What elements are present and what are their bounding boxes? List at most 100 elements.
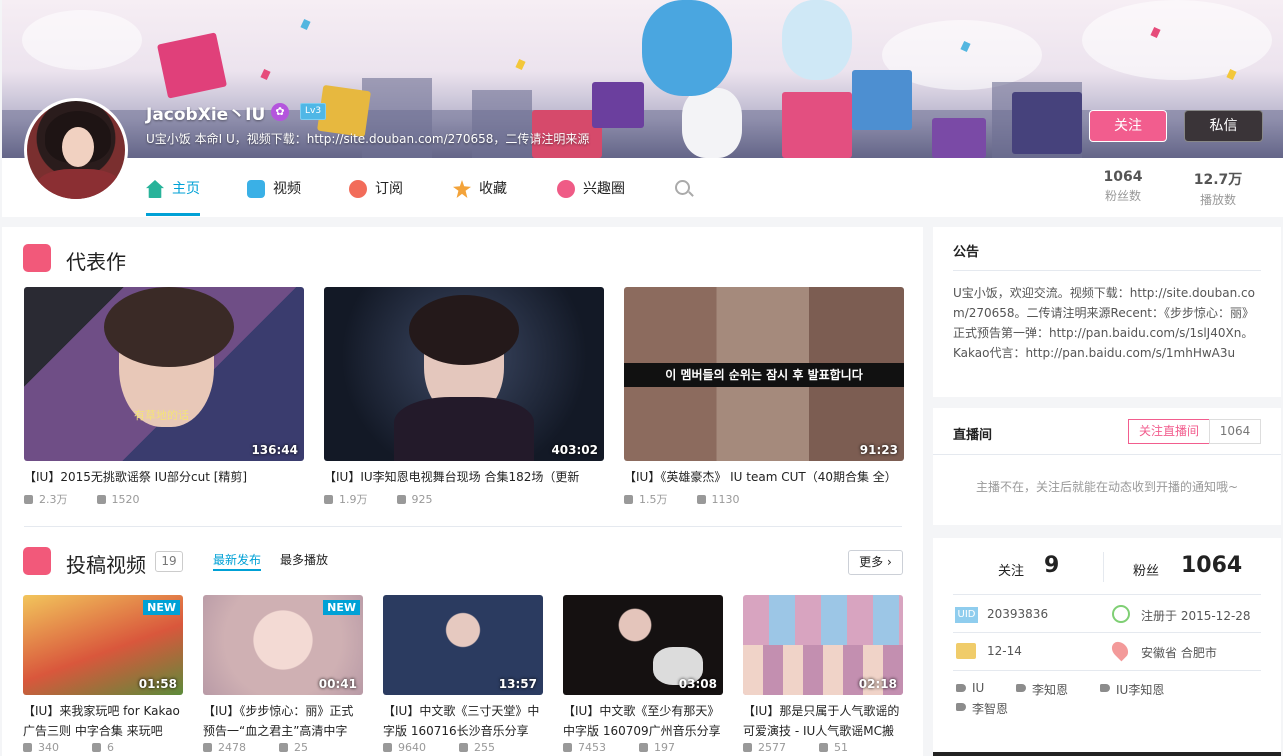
tab-favorites[interactable]: 收藏 (453, 178, 507, 200)
featured-card[interactable]: 이 멤버들의 순위는 잠시 후 발표합니다 91:23 【IU】《英雄豪杰》 I… (624, 287, 904, 507)
video-thumbnail[interactable]: 13:57 (383, 595, 543, 695)
info-row-divider (953, 632, 1261, 633)
featured-card[interactable]: 有草地的话 136:44 【IU】2015无挑歌谣祭 IU部分cut [精剪] … (24, 287, 304, 507)
new-badge: NEW (323, 600, 360, 615)
chevron-right-icon: › (887, 555, 892, 569)
tag-chip[interactable]: IU (956, 681, 984, 695)
following-count[interactable]: 9 (1044, 553, 1059, 578)
video-duration: 136:44 (251, 443, 298, 457)
comment-count: 6 (107, 741, 114, 754)
video-thumbnail[interactable]: 403:02 (324, 287, 604, 461)
video-title[interactable]: 【IU】2015无挑歌谣祭 IU部分cut [精剪] (24, 468, 304, 485)
tab-video-label: 视频 (273, 181, 301, 197)
play-count-icon (624, 495, 633, 504)
heart-icon (349, 180, 367, 198)
uid-value: 20393836 (987, 607, 1049, 621)
star-icon (453, 180, 471, 198)
upload-card[interactable]: NEW 00:41 【IU】《步步惊心：丽》正式预告一“血之君主”高清中字 24… (203, 595, 363, 754)
video-duration: 91:23 (859, 443, 898, 457)
tab-video[interactable]: 视频 (247, 178, 301, 200)
more-button[interactable]: 更多 › (848, 550, 903, 575)
avatar[interactable] (24, 98, 128, 202)
live-follow-count: 1064 (1209, 419, 1261, 444)
video-icon (247, 180, 265, 198)
tab-latest[interactable]: 最新发布 (213, 551, 261, 568)
upload-card[interactable]: 02:18 【IU】那是只属于人气歌谣的可爱演技 - IU人气歌谣MC搬 257… (743, 595, 903, 754)
new-badge: NEW (143, 600, 180, 615)
follow-live-button[interactable]: 关注直播间 (1128, 419, 1210, 444)
uploads-icon (23, 547, 51, 575)
video-thumbnail[interactable]: 03:08 (563, 595, 723, 695)
video-duration: 02:18 (858, 677, 897, 691)
info-divider (953, 594, 1261, 595)
comment-count: 1520 (111, 493, 140, 506)
tag-chip[interactable]: 李知恩 (1016, 681, 1068, 698)
video-title[interactable]: 【IU】《英雄豪杰》 IU team CUT（40期合集 全） (624, 468, 904, 485)
play-count: 9640 (398, 741, 426, 754)
upload-card[interactable]: NEW 01:58 【IU】来我家玩吧 for Kakao 广告三则 中字合集 … (23, 595, 183, 754)
upload-card[interactable]: 03:08 【IU】中文歌《至少有那天》中字版 160709广州音乐分享 745… (563, 595, 723, 754)
tab-favorites-label: 收藏 (479, 181, 507, 197)
video-thumbnail[interactable]: 有草地的话 136:44 (24, 287, 304, 461)
play-count-icon (563, 743, 572, 752)
comment-count: 51 (834, 741, 848, 754)
video-title[interactable]: 【IU】《步步惊心：丽》正式预告一“血之君主”高清中字 (203, 701, 363, 741)
fans-stat: 1064 粉丝数 (1093, 169, 1153, 204)
tab-home[interactable]: 主页 (146, 178, 200, 200)
video-meta: 2577 51 (743, 741, 903, 754)
plays-label: 播放数 (1199, 193, 1236, 207)
tag-chip[interactable]: 李智恩 (956, 700, 1008, 717)
featured-card[interactable]: 403:02 【IU】IU李知恩电视舞台现场 合集182场（更新 1.9万 92… (324, 287, 604, 507)
video-thumbnail[interactable]: NEW 01:58 (23, 595, 183, 695)
message-button[interactable]: 私信 (1184, 110, 1263, 142)
video-meta: 2.3万 1520 (24, 491, 304, 507)
follow-button[interactable]: 关注 (1089, 110, 1167, 142)
video-title[interactable]: 【IU】那是只属于人气歌谣的可爱演技 - IU人气歌谣MC搬 (743, 701, 903, 741)
video-thumbnail[interactable]: 02:18 (743, 595, 903, 695)
active-tab-indicator (213, 569, 261, 571)
video-title[interactable]: 【IU】来我家玩吧 for Kakao 广告三则 中字合集 来玩吧 (23, 701, 183, 741)
tag-chip[interactable]: IU李知恩 (1100, 681, 1164, 698)
video-meta: 2478 25 (203, 741, 363, 754)
comment-icon (639, 743, 648, 752)
more-label: 更多 (859, 555, 884, 569)
comment-icon (459, 743, 468, 752)
video-title[interactable]: 【IU】中文歌《三寸天堂》中字版 160716长沙音乐分享会- (383, 701, 543, 741)
video-thumbnail[interactable]: NEW 00:41 (203, 595, 363, 695)
thumbnail-caption: 有草地的话 (134, 409, 189, 422)
comment-icon (396, 495, 406, 504)
comment-count: 197 (654, 741, 675, 754)
comment-count: 25 (294, 741, 308, 754)
comment-count: 255 (474, 741, 495, 754)
play-count: 2478 (218, 741, 246, 754)
following-label: 关注 (998, 564, 1025, 579)
comment-icon (279, 743, 288, 752)
fans-label: 粉丝数 (1104, 189, 1141, 203)
comment-icon (92, 743, 101, 752)
fans-count-2[interactable]: 1064 (1181, 553, 1242, 578)
tab-most-played[interactable]: 最多播放 (280, 551, 328, 568)
tab-subscribe[interactable]: 订阅 (349, 178, 403, 200)
upload-card[interactable]: 13:57 【IU】中文歌《三寸天堂》中字版 160716长沙音乐分享会- 96… (383, 595, 543, 754)
user-description: U宝小饭 本命I U，视频下载：http://site.douban.com/2… (146, 132, 590, 146)
circle-icon (557, 180, 575, 198)
play-count-icon (23, 743, 32, 752)
video-title[interactable]: 【IU】IU李知恩电视舞台现场 合集182场（更新 (324, 468, 604, 485)
comment-icon (696, 495, 706, 504)
tab-interest-circle[interactable]: 兴趣圈 (557, 178, 625, 200)
notice-text: U宝小饭，欢迎交流。视频下载：http://site.douban.com/27… (953, 286, 1255, 360)
notice-title: 公告 (953, 245, 980, 260)
tab-subscribe-label: 订阅 (375, 181, 403, 197)
video-title[interactable]: 【IU】中文歌《至少有那天》中字版 160709广州音乐分享 (563, 701, 723, 741)
comment-icon (96, 495, 106, 504)
video-duration: 403:02 (551, 443, 598, 457)
video-duration: 01:58 (138, 677, 177, 691)
cake-icon (956, 643, 976, 659)
uid-icon: UID (955, 607, 978, 623)
register-date: 注册于 2015-12-28 (1141, 609, 1251, 623)
video-meta: 340 6 (23, 741, 183, 754)
vip-icon: ✿ (271, 103, 289, 121)
video-thumbnail[interactable]: 이 멤버들의 순위는 잠시 후 발표합니다 91:23 (624, 287, 904, 461)
video-duration: 03:08 (678, 677, 717, 691)
play-count-icon (383, 743, 392, 752)
